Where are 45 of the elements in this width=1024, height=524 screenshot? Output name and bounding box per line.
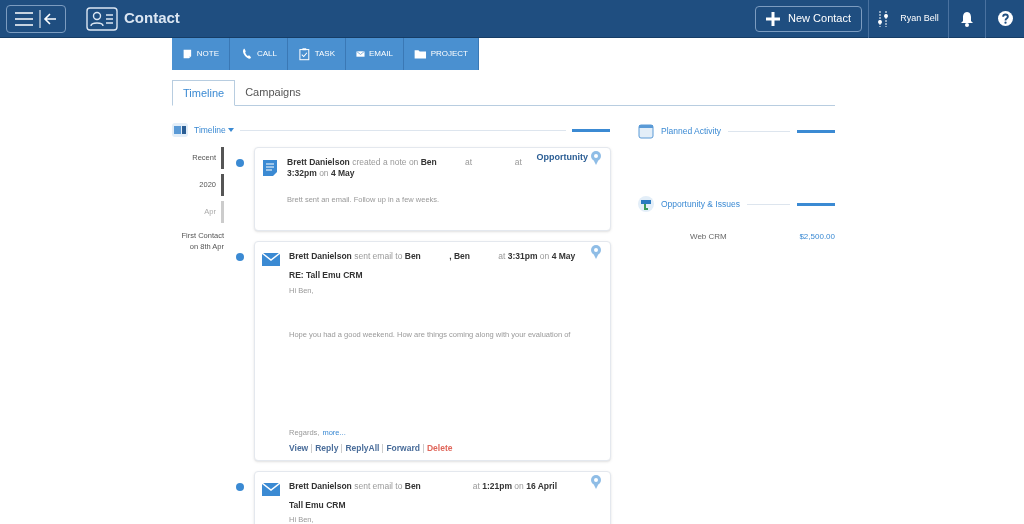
calendar-icon bbox=[638, 123, 654, 139]
entry-action-link[interactable]: Forward bbox=[386, 441, 420, 455]
email-subject: RE: Tall Emu CRM bbox=[289, 269, 364, 282]
tab[interactable]: Campaigns bbox=[235, 80, 311, 105]
pin-icon bbox=[590, 245, 602, 260]
plus-icon bbox=[766, 11, 780, 26]
action-button[interactable]: PROJECT bbox=[404, 38, 479, 70]
envelope-icon bbox=[262, 253, 280, 267]
sliders-icon bbox=[878, 10, 889, 27]
contact-card-icon bbox=[86, 6, 118, 31]
section-title: Opportunity & Issues bbox=[661, 197, 740, 211]
opportunity-name: Web CRM bbox=[690, 231, 727, 243]
back-arrow-icon bbox=[39, 9, 57, 28]
entry-action-link[interactable]: Delete bbox=[426, 441, 453, 455]
page-title: Contact bbox=[124, 8, 180, 29]
menu-button[interactable] bbox=[6, 4, 66, 33]
new-contact-button[interactable]: New Contact bbox=[755, 5, 862, 32]
timeline-dropdown[interactable]: Timeline bbox=[194, 123, 234, 137]
entry-headline: Brett Danielson sent email to Ben , Ben at 3:31pm on 4 May bbox=[289, 251, 577, 263]
opportunity-amount: $2,500.00 bbox=[799, 231, 835, 243]
section-title: Planned Activity bbox=[661, 124, 721, 138]
entry-action-link[interactable]: ReplyAll bbox=[345, 441, 380, 455]
clipboard-icon bbox=[298, 45, 311, 63]
action-button[interactable]: EMAIL bbox=[346, 38, 404, 70]
action-button[interactable]: CALL bbox=[230, 38, 288, 70]
pin-icon bbox=[590, 474, 602, 489]
menu-icon bbox=[15, 11, 33, 26]
entry-headline: Brett Danielson created a note on Ben at at 3:32pm on 4 May bbox=[287, 157, 523, 179]
timeline-icon bbox=[172, 123, 188, 137]
envelope-icon bbox=[262, 482, 280, 496]
help-icon bbox=[997, 11, 1013, 26]
entry-headline: Brett Danielson sent email to Ben at 1:21pm on 16 April bbox=[289, 480, 559, 492]
user-button[interactable]: Ryan Bell bbox=[868, 0, 948, 38]
caret-icon bbox=[227, 128, 234, 132]
entry-action-link[interactable]: Reply bbox=[315, 441, 339, 455]
entry-action-link[interactable]: View bbox=[289, 441, 309, 455]
action-button[interactable]: NOTE bbox=[172, 38, 230, 70]
opportunity-icon bbox=[638, 196, 654, 212]
opportunity-tag: Opportunity bbox=[536, 151, 588, 165]
email-subject: Tall Emu CRM bbox=[289, 498, 347, 512]
bell-icon bbox=[960, 10, 974, 27]
action-button[interactable]: TASK bbox=[288, 38, 346, 70]
note-icon bbox=[262, 159, 278, 177]
pin-icon bbox=[590, 151, 602, 165]
tab[interactable]: Timeline bbox=[172, 80, 236, 106]
